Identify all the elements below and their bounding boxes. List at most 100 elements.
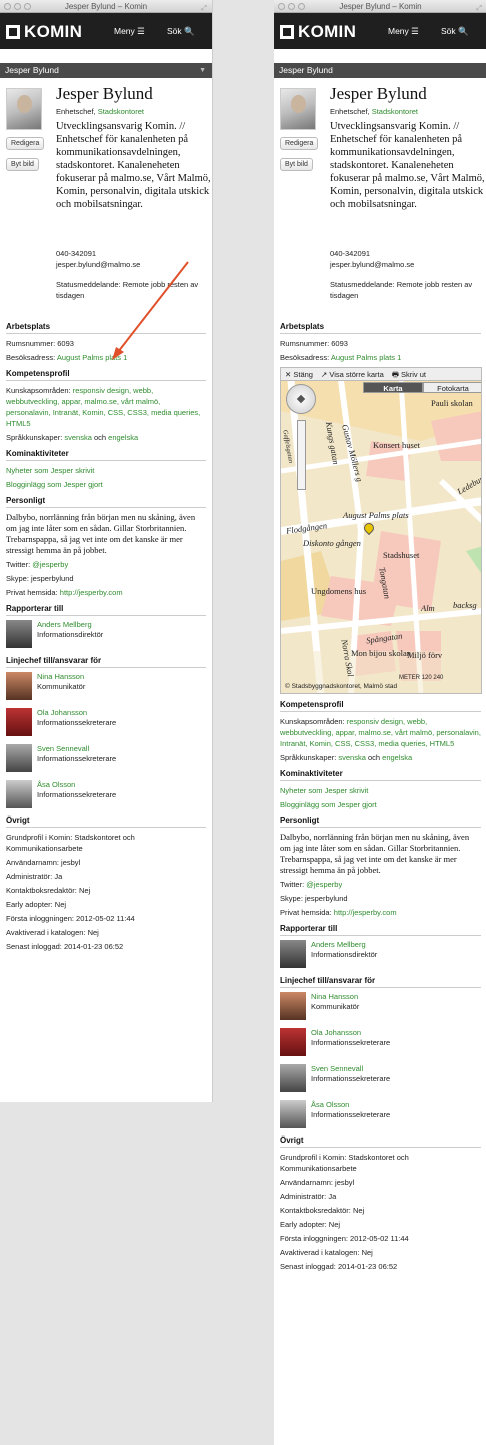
blog-link[interactable]: Blogginlägg som Jesper gjort <box>6 479 206 490</box>
person-item[interactable]: Ola Johansson Informationssekreterare <box>280 1028 481 1058</box>
person-name[interactable]: Åsa Olsson <box>311 1100 390 1110</box>
news-link[interactable]: Nyheter som Jesper skrivit <box>280 785 481 796</box>
bio: Dalbybo, norrlänning från början men nu … <box>280 832 470 875</box>
competence-section: Kompetensprofil Kunskapsområden: respons… <box>280 700 481 762</box>
search-button[interactable]: Sök 🔍 <box>167 26 195 37</box>
menu-button[interactable]: Meny ☰ <box>114 26 145 37</box>
tab-fotokarta[interactable]: Fotokarta <box>423 382 481 393</box>
blog-link[interactable]: Blogginlägg som Jesper gjort <box>280 799 481 810</box>
change-photo-button[interactable]: Byt bild <box>6 158 39 171</box>
profile-photo <box>280 88 316 130</box>
chevron-down-icon[interactable]: ▼ <box>199 63 206 78</box>
menu-button[interactable]: Meny ☰ <box>388 26 419 37</box>
tab-karta[interactable]: Karta <box>363 382 423 393</box>
close-dot-icon[interactable] <box>4 3 11 10</box>
map-enlarge-button[interactable]: ↗ Visa större karta <box>321 368 384 380</box>
skype: Skype: jesperbylund <box>6 574 74 583</box>
search-button[interactable]: Sök 🔍 <box>441 26 469 37</box>
person-item[interactable]: Nina Hansson Kommunikatör <box>6 672 206 702</box>
profile-title: Enhetschef, Stadskontoret <box>330 107 418 116</box>
email[interactable]: jesper.bylund@malmo.se <box>330 259 486 270</box>
map-widget[interactable]: ✕ Stäng ↗ Visa större karta 🖶 Skriv ut K… <box>280 367 482 694</box>
avatar <box>280 1028 306 1056</box>
department-link[interactable]: Stadskontoret <box>98 107 144 116</box>
person-name[interactable]: Ola Johansson <box>37 708 116 718</box>
minimize-dot-icon[interactable] <box>288 3 295 10</box>
status-message: Statusmeddelande: Remote jobb resten av … <box>330 280 473 300</box>
map-label: backsg <box>453 600 477 610</box>
kominact-section: Kominaktiviteter Nyheter som Jesper skri… <box>280 769 481 810</box>
homepage-link[interactable]: http://jesperby.com <box>334 908 397 917</box>
gap-bottom <box>0 1102 213 1445</box>
minimize-dot-icon[interactable] <box>14 3 21 10</box>
info-line: Administratör: Ja <box>6 872 63 881</box>
avatar <box>280 1100 306 1128</box>
address-link[interactable]: August Palms plats 1 <box>331 353 401 362</box>
person-name[interactable]: Nina Hansson <box>37 672 85 682</box>
person-name[interactable]: Sven Sennevall <box>37 744 116 754</box>
section-heading: Rapporterar till <box>280 924 481 936</box>
twitter-link[interactable]: @jesperby <box>32 560 68 569</box>
department-link[interactable]: Stadskontoret <box>372 107 418 116</box>
person-role: Informationsdirektör <box>311 950 378 959</box>
person-name[interactable]: Anders Mellberg <box>37 620 103 630</box>
map-close-button[interactable]: ✕ Stäng <box>285 368 313 380</box>
person-item[interactable]: Åsa Olsson Informationssekreterare <box>6 780 206 810</box>
kominact-section: Kominaktiviteter Nyheter som Jesper skri… <box>6 449 206 490</box>
avatar <box>6 708 32 736</box>
news-link[interactable]: Nyheter som Jesper skrivit <box>6 465 206 476</box>
window-title: Jesper Bylund – Komin <box>339 2 422 11</box>
email[interactable]: jesper.bylund@malmo.se <box>56 259 212 270</box>
person-item[interactable]: Sven Sennevall Informationssekreterare <box>6 744 206 774</box>
close-dot-icon[interactable] <box>278 3 285 10</box>
lang-link[interactable]: svenska <box>64 433 92 442</box>
person-item[interactable]: Anders Mellberg Informationsdirektör <box>6 620 206 650</box>
profile-name: Jesper Bylund <box>330 84 427 103</box>
map-label: Alm <box>421 603 435 613</box>
person-name[interactable]: Åsa Olsson <box>37 780 116 790</box>
person-role: Kommunikatör <box>37 682 86 691</box>
person-name[interactable]: Ola Johansson <box>311 1028 390 1038</box>
lang-link[interactable]: engelska <box>382 753 412 762</box>
lang-link[interactable]: svenska <box>338 753 366 762</box>
info-line: Avaktiverad i katalogen: Nej <box>280 1248 373 1257</box>
address-link[interactable]: August Palms plats 1 <box>57 353 127 362</box>
zoom-slider[interactable] <box>297 420 306 490</box>
pan-control[interactable] <box>286 384 316 414</box>
info-line: Användarnamn: jesbyl <box>280 1178 355 1187</box>
lang-link[interactable]: engelska <box>108 433 138 442</box>
person-item[interactable]: Nina Hansson Kommunikatör <box>280 992 481 1022</box>
edit-button[interactable]: Redigera <box>6 137 45 150</box>
twitter-link[interactable]: @jesperby <box>306 880 342 889</box>
top-navbar: KOMIN Meny ☰ Sök 🔍 <box>274 13 486 49</box>
profile-description: Utvecklingsansvarig Komin. // Enhetschef… <box>330 121 485 210</box>
status-message: Statusmeddelande: Remote jobb resten av … <box>56 280 199 300</box>
zoom-dot-icon[interactable] <box>24 3 31 10</box>
person-role: Informationssekreterare <box>37 718 117 727</box>
komin-logo[interactable]: KOMIN <box>280 22 356 42</box>
reports-section: Rapporterar till Anders Mellberg Informat… <box>6 604 206 650</box>
profile-subheader[interactable]: Jesper Bylund ▼ <box>0 63 212 78</box>
avatar <box>6 620 32 648</box>
change-photo-button[interactable]: Byt bild <box>280 158 313 171</box>
person-item[interactable]: Anders Mellberg Informationsdirektör <box>280 940 481 970</box>
person-name[interactable]: Anders Mellberg <box>311 940 377 950</box>
person-item[interactable]: Sven Sennevall Informationssekreterare <box>280 1064 481 1094</box>
info-line: Grundprofil i Komin: Stadskontoret och K… <box>6 833 135 853</box>
other-section: Övrigt Grundprofil i Komin: Stadskontore… <box>6 816 206 952</box>
browser-window-right: Jesper Bylund – Komin ⤢ KOMIN Meny ☰ Sök… <box>274 0 486 1445</box>
reports-section: Rapporterar till Anders Mellberg Informat… <box>280 924 481 970</box>
room-number: Rumsnummer: 6093 <box>6 339 74 348</box>
person-name[interactable]: Nina Hansson <box>311 992 359 1002</box>
homepage-link[interactable]: http://jesperby.com <box>60 588 123 597</box>
profile-photo <box>6 88 42 130</box>
edit-button[interactable]: Redigera <box>280 137 319 150</box>
person-item[interactable]: Ola Johansson Informationssekreterare <box>6 708 206 738</box>
zoom-dot-icon[interactable] <box>298 3 305 10</box>
person-name[interactable]: Sven Sennevall <box>311 1064 390 1074</box>
profile-subheader[interactable]: Jesper Bylund <box>274 63 486 78</box>
map-label: Diskonto gången <box>303 538 361 548</box>
map-print-button[interactable]: 🖶 Skriv ut <box>392 368 426 380</box>
person-item[interactable]: Åsa Olsson Informationssekreterare <box>280 1100 481 1130</box>
komin-logo[interactable]: KOMIN <box>6 22 82 42</box>
